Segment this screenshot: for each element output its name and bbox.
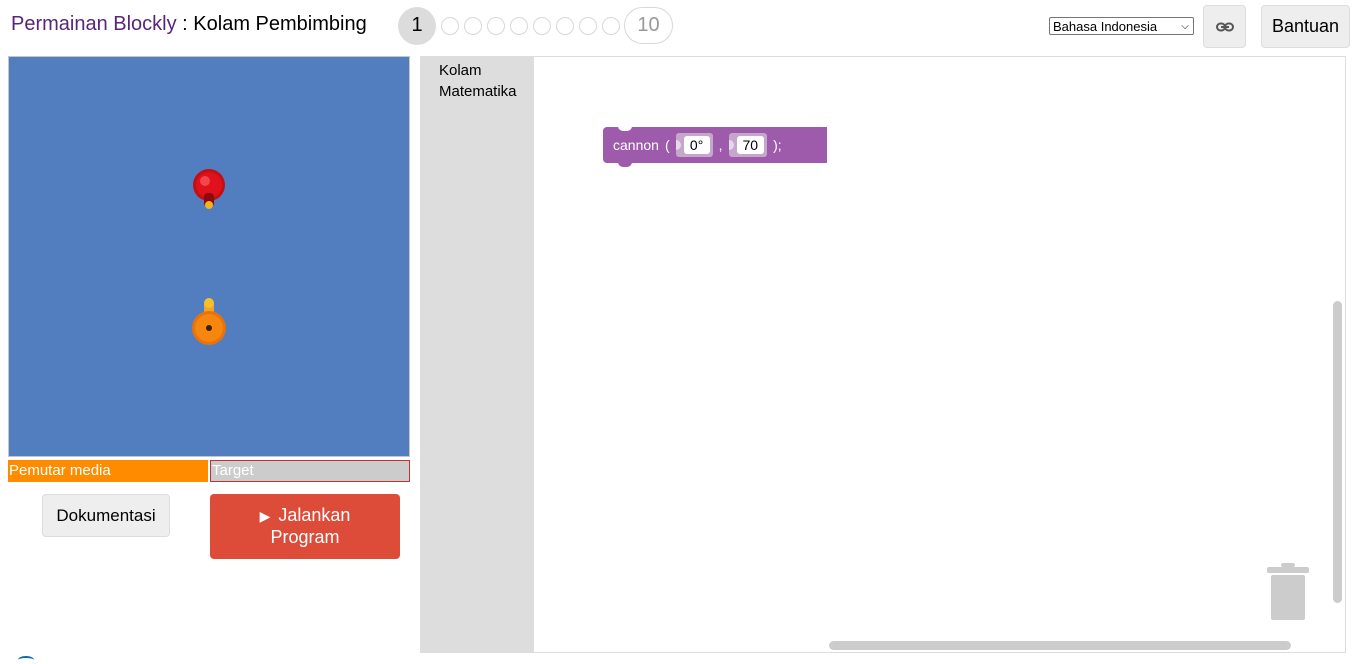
documentation-button[interactable]: Dokumentasi [42,494,170,537]
link-icon [1215,22,1234,31]
vertical-scrollbar[interactable] [1333,301,1342,603]
level-dot[interactable] [510,16,528,35]
title-separator: : [176,13,194,35]
play-icon: ▶ [259,508,271,524]
blockly-workspace[interactable]: Kolam Matematika cannon ( 0° , 70 ); [420,56,1346,653]
cannon-block[interactable]: cannon ( 0° , 70 ); [603,126,827,167]
red-duck-icon [193,169,225,209]
block-notch [618,126,632,131]
language-select[interactable]: Bahasa Indonesia ⌵ [1049,17,1194,35]
language-value: Bahasa Indonesia [1053,18,1158,34]
toolbox-category-math[interactable]: Matematika [421,79,534,100]
trash-icon[interactable] [1267,563,1309,620]
toolbox-category-pond[interactable]: Kolam [421,57,534,79]
block-open-paren: ( [664,137,670,153]
level-dot[interactable] [533,16,551,35]
run-label-line1: Jalankan [278,505,351,525]
pond-canvas [192,169,226,345]
horizontal-scrollbar[interactable] [829,641,1291,650]
page-name: Kolam Pembimbing [193,13,367,35]
range-input-slot: 70 [728,133,768,157]
page-title: Permainan Blockly : Kolam Pembimbing [11,13,367,36]
angle-input-slot: 0° [675,133,713,157]
block-label: cannon [613,137,659,153]
slot-pin [675,140,681,150]
block-tab [618,162,632,167]
level-dot[interactable] [556,16,574,35]
pond-visualization [8,56,410,457]
level-last[interactable]: 10 [624,7,673,44]
orange-duck-icon [192,298,226,345]
level-dot[interactable] [579,16,597,35]
partial-icon [18,656,34,664]
angle-field[interactable]: 0° [683,136,710,154]
level-selector: 1 10 [398,6,673,45]
help-button[interactable]: Bantuan [1261,5,1350,48]
block-comma: , [718,137,723,153]
range-field[interactable]: 70 [736,136,765,154]
slot-pin [728,140,734,150]
link-button[interactable] [1203,5,1246,48]
level-dot[interactable] [441,16,459,35]
app-name-link[interactable]: Permainan Blockly [11,13,177,35]
run-label-line2: Program [270,527,340,547]
level-current[interactable]: 1 [398,6,436,45]
chevron-down-icon: ⌵ [1181,20,1189,32]
level-dot[interactable] [464,16,482,35]
toolbox: Kolam Matematika [421,57,534,652]
player-health-bar: Pemutar media [8,460,208,482]
block-close: ); [773,137,782,153]
level-dot[interactable] [602,16,620,35]
level-dot[interactable] [487,16,505,35]
target-health-bar: Target [210,460,410,482]
run-program-button[interactable]: ▶ Jalankan Program [210,494,400,559]
